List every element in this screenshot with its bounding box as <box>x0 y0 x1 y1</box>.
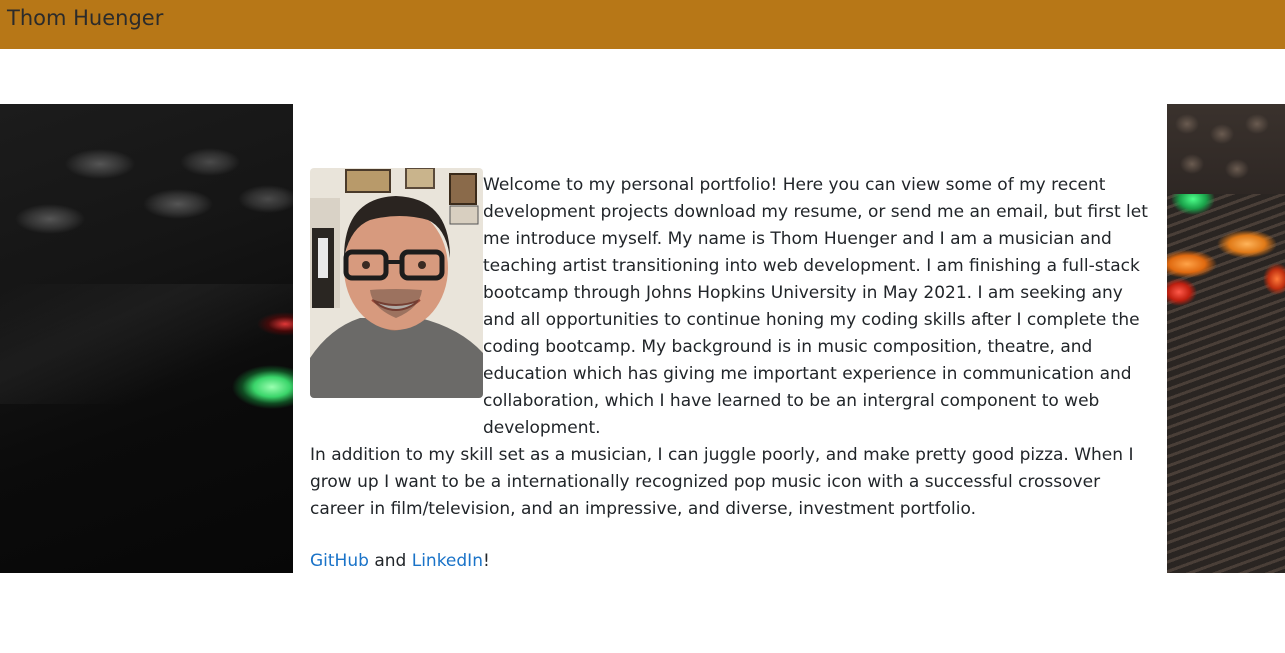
profile-photo-illustration <box>310 168 483 398</box>
linkedin-link[interactable]: LinkedIn <box>412 551 483 571</box>
exclaim-text: ! <box>482 551 490 571</box>
intro-paragraph: Welcome to my personal portfolio! Here y… <box>483 175 1148 438</box>
profile-photo <box>310 168 483 398</box>
brand-title[interactable]: Thom Huenger <box>7 5 163 31</box>
hero-band: Welcome to my personal portfolio! Here y… <box>0 104 1285 573</box>
and-text: and <box>368 551 412 571</box>
top-navbar: Thom Huenger <box>0 0 1285 49</box>
about-section: Welcome to my personal portfolio! Here y… <box>293 104 1167 573</box>
github-link[interactable]: GitHub <box>310 551 369 571</box>
social-links: GitHub and LinkedIn! <box>310 550 1155 573</box>
background-mixer-image-right <box>1167 104 1285 573</box>
about-paragraph-2: In addition to my skill set as a musicia… <box>310 445 1134 519</box>
mixer-knobs-decoration <box>1167 104 1285 194</box>
background-mixer-image-left <box>0 104 293 573</box>
mixer-ridge-decoration <box>0 284 293 404</box>
